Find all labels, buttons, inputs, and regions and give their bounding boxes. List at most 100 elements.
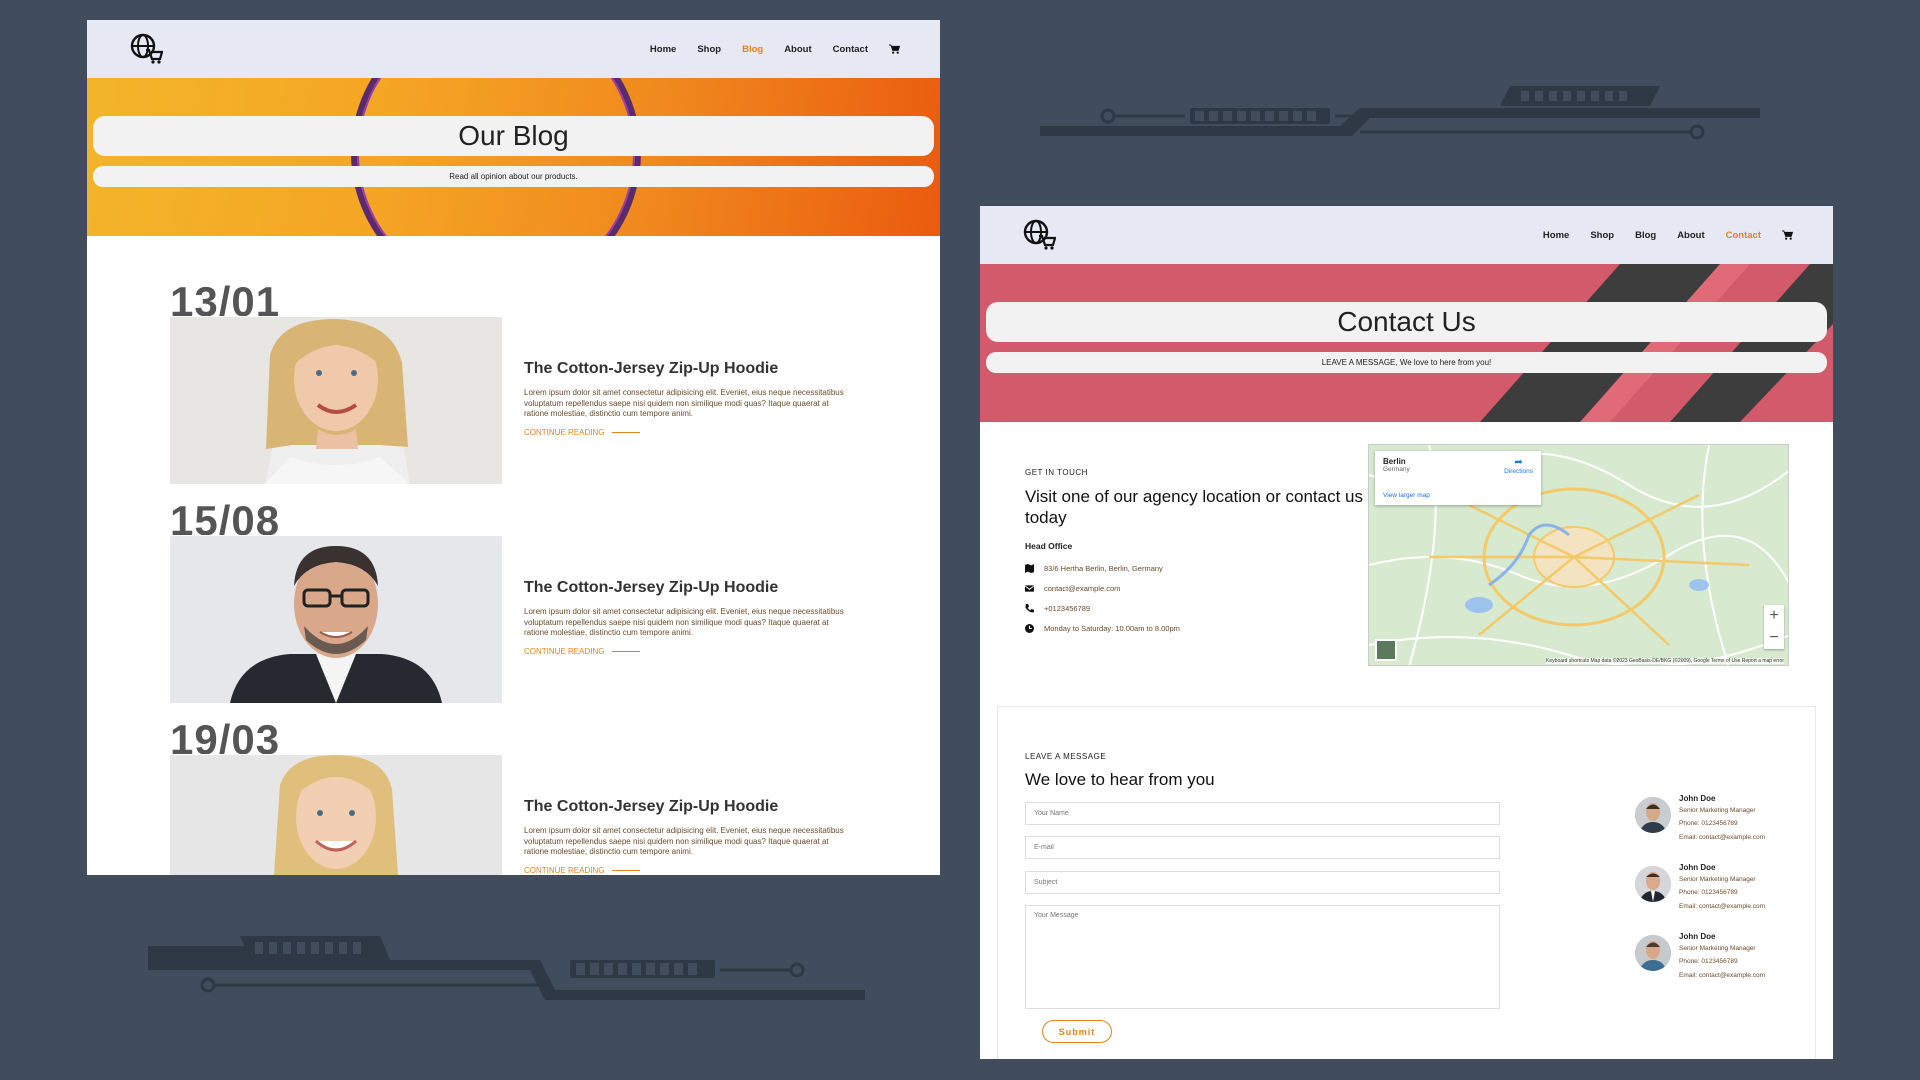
avatar bbox=[1635, 935, 1671, 971]
head-office-label: Head Office bbox=[1025, 541, 1073, 551]
continue-reading-label: CONTINUE READING bbox=[524, 428, 605, 437]
nav-about[interactable]: About bbox=[784, 44, 811, 55]
hours-text: Monday to Saturday: 10.00am to 8.00pm bbox=[1044, 624, 1180, 633]
phone-text[interactable]: +0123456789 bbox=[1044, 604, 1090, 613]
contact-person: John Doe Senior Marketing Manager Phone:… bbox=[1635, 794, 1785, 854]
contact-person: John Doe Senior Marketing Manager Phone:… bbox=[1635, 932, 1785, 992]
cart-icon[interactable] bbox=[1782, 230, 1793, 240]
continue-reading-label: CONTINUE READING bbox=[524, 647, 605, 656]
map-icon bbox=[1025, 564, 1034, 573]
name-input[interactable] bbox=[1025, 802, 1500, 825]
person-name: John Doe bbox=[1679, 863, 1716, 872]
message-textarea[interactable] bbox=[1025, 905, 1500, 1009]
blog-hero-banner: Our Blog Read all opinion about our prod… bbox=[87, 78, 940, 236]
person-name: John Doe bbox=[1679, 794, 1716, 803]
directions-label: Directions bbox=[1504, 468, 1533, 475]
post-excerpt: Lorem ipsum dolor sit amet consectetur a… bbox=[524, 388, 844, 418]
zoom-out-button[interactable]: − bbox=[1764, 627, 1784, 649]
blog-post: 19/03 The Cotton-Jersey Zip-Up Hoodie Lo… bbox=[170, 720, 850, 875]
google-map[interactable]: Berlin Germany ➦ Directions View larger … bbox=[1368, 444, 1789, 666]
contact-hero-banner: Contact Us LEAVE A MESSAGE, We love to h… bbox=[980, 264, 1833, 422]
post-image[interactable] bbox=[170, 755, 502, 875]
blog-post: 15/08 The Cotton-Jersey Zip-Up Hoodie Lo… bbox=[170, 501, 850, 709]
post-image[interactable] bbox=[170, 317, 502, 484]
nav-blog[interactable]: Blog bbox=[742, 44, 763, 55]
directions-link[interactable]: ➦ Directions bbox=[1504, 457, 1533, 475]
person-role: Senior Marketing Manager bbox=[1679, 807, 1756, 814]
zoom-in-button[interactable]: + bbox=[1764, 605, 1784, 627]
post-image[interactable] bbox=[170, 536, 502, 703]
arrow-line-icon bbox=[612, 431, 641, 434]
post-date: 13/01 bbox=[170, 282, 281, 316]
leave-message-heading: We love to hear from you bbox=[1025, 770, 1215, 789]
contact-person: John Doe Senior Marketing Manager Phone:… bbox=[1635, 863, 1785, 923]
phone-icon bbox=[1025, 604, 1034, 613]
nav-blog[interactable]: Blog bbox=[1635, 230, 1656, 241]
post-title[interactable]: The Cotton-Jersey Zip-Up Hoodie bbox=[524, 798, 778, 816]
leave-message-label: LEAVE A MESSAGE bbox=[1025, 752, 1107, 761]
post-date: 19/03 bbox=[170, 720, 281, 754]
person-email[interactable]: Email: contact@example.com bbox=[1679, 972, 1765, 979]
globe-cart-logo-icon[interactable] bbox=[129, 32, 163, 66]
contact-page: Home Shop Blog About Contact Contact Us … bbox=[980, 206, 1833, 1059]
avatar bbox=[1635, 866, 1671, 902]
get-in-touch-heading: Visit one of our agency location or cont… bbox=[1025, 487, 1363, 527]
person-phone[interactable]: Phone: 0123456789 bbox=[1679, 889, 1738, 896]
person-phone[interactable]: Phone: 0123456789 bbox=[1679, 820, 1738, 827]
email-row: contact@example.com bbox=[1025, 584, 1120, 593]
contact-navbar: Home Shop Blog About Contact bbox=[980, 206, 1833, 264]
post-date: 15/08 bbox=[170, 501, 281, 535]
continue-reading-label: CONTINUE READING bbox=[524, 866, 605, 875]
blog-main-nav: Home Shop Blog About Contact bbox=[650, 44, 900, 55]
hours-row: Monday to Saturday: 10.00am to 8.00pm bbox=[1025, 624, 1180, 633]
map-attribution: Keyboard shortcuts Map data ©2023 GeoBas… bbox=[1546, 658, 1784, 664]
post-title[interactable]: The Cotton-Jersey Zip-Up Hoodie bbox=[524, 360, 778, 378]
submit-button[interactable]: Submit bbox=[1042, 1020, 1112, 1043]
continue-reading-link[interactable]: CONTINUE READING bbox=[524, 866, 641, 875]
map-layer-toggle[interactable] bbox=[1375, 639, 1397, 661]
phone-row: +0123456789 bbox=[1025, 604, 1090, 613]
continue-reading-link[interactable]: CONTINUE READING bbox=[524, 428, 641, 437]
nav-about[interactable]: About bbox=[1677, 230, 1704, 241]
clock-icon bbox=[1025, 624, 1034, 633]
hero-stripes-decoration bbox=[1480, 264, 1833, 422]
email-text[interactable]: contact@example.com bbox=[1044, 584, 1120, 593]
subject-input[interactable] bbox=[1025, 871, 1500, 894]
blog-navbar: Home Shop Blog About Contact bbox=[87, 20, 940, 78]
envelope-icon bbox=[1025, 585, 1034, 592]
blog-post: 13/01 The Cotton-Jersey Zip-Up Hoodie Lo… bbox=[170, 282, 850, 490]
nav-shop[interactable]: Shop bbox=[1590, 230, 1614, 241]
get-in-touch-label: GET IN TOUCH bbox=[1025, 468, 1088, 477]
nav-contact[interactable]: Contact bbox=[833, 44, 868, 55]
page-subtitle: LEAVE A MESSAGE, We love to here from yo… bbox=[986, 352, 1827, 373]
person-email[interactable]: Email: contact@example.com bbox=[1679, 834, 1765, 841]
arrow-line-icon bbox=[612, 650, 641, 653]
nav-home[interactable]: Home bbox=[1543, 230, 1569, 241]
view-larger-map-link[interactable]: View larger map bbox=[1383, 492, 1430, 499]
email-input[interactable] bbox=[1025, 836, 1500, 859]
post-excerpt: Lorem ipsum dolor sit amet consectetur a… bbox=[524, 607, 844, 637]
hero-ring-decoration bbox=[351, 78, 641, 236]
person-email[interactable]: Email: contact@example.com bbox=[1679, 903, 1765, 910]
globe-cart-logo-icon[interactable] bbox=[1022, 218, 1056, 252]
address-row: 83/6 Hertha Berlin, Berlin, Germany bbox=[1025, 564, 1163, 573]
page-title: Contact Us bbox=[986, 302, 1827, 342]
nav-shop[interactable]: Shop bbox=[697, 44, 721, 55]
continue-reading-link[interactable]: CONTINUE READING bbox=[524, 647, 641, 656]
cart-icon[interactable] bbox=[889, 44, 900, 54]
person-role: Senior Marketing Manager bbox=[1679, 876, 1756, 883]
blog-page: Home Shop Blog About Contact Our Blog Re… bbox=[87, 20, 940, 875]
nav-home[interactable]: Home bbox=[650, 44, 676, 55]
page-title: Our Blog bbox=[93, 116, 934, 156]
arrow-line-icon bbox=[612, 869, 641, 872]
person-role: Senior Marketing Manager bbox=[1679, 945, 1756, 952]
map-info-card: Berlin Germany ➦ Directions View larger … bbox=[1375, 451, 1541, 505]
nav-contact[interactable]: Contact bbox=[1726, 230, 1761, 241]
avatar bbox=[1635, 797, 1671, 833]
address-text: 83/6 Hertha Berlin, Berlin, Germany bbox=[1044, 564, 1163, 573]
post-title[interactable]: The Cotton-Jersey Zip-Up Hoodie bbox=[524, 579, 778, 597]
person-phone[interactable]: Phone: 0123456789 bbox=[1679, 958, 1738, 965]
post-excerpt: Lorem ipsum dolor sit amet consectetur a… bbox=[524, 826, 844, 856]
contact-main-nav: Home Shop Blog About Contact bbox=[1543, 230, 1793, 241]
person-name: John Doe bbox=[1679, 932, 1716, 941]
